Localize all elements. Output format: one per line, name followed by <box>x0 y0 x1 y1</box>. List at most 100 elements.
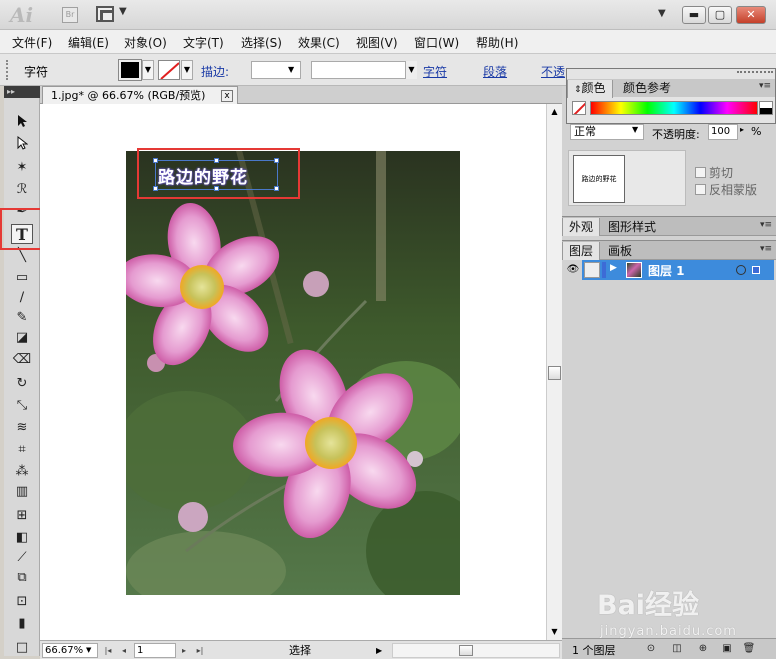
maximize-button[interactable]: ▢ <box>708 6 732 24</box>
scroll-up-icon[interactable]: ▲ <box>547 104 562 120</box>
toolbox-collapse-icon[interactable]: ▸▸ <box>4 86 40 98</box>
scale-icon[interactable]: ⤡ <box>11 396 33 416</box>
graph-icon[interactable]: ▥ <box>11 482 33 502</box>
eraser-icon[interactable]: ⌫ <box>11 350 33 370</box>
clip-checkbox[interactable]: 剪切 <box>695 164 733 181</box>
direct-select-icon[interactable] <box>11 135 33 156</box>
opacity-field[interactable]: 100 <box>708 124 738 140</box>
arrange-documents-icon[interactable] <box>96 6 114 22</box>
chevron-down-icon[interactable]: ▼ <box>288 61 294 79</box>
opacity-link[interactable]: 不透 <box>541 63 565 80</box>
selection-tool-icon[interactable] <box>11 114 33 134</box>
hand-icon[interactable]: ▮ <box>11 614 33 634</box>
invert-mask-checkbox[interactable]: 反相蒙版 <box>695 181 757 198</box>
slice-icon[interactable]: ⊡ <box>11 592 33 612</box>
close-window-button[interactable]: ✕ <box>736 6 766 24</box>
status-menu-icon[interactable]: ▶ <box>376 643 382 658</box>
workspace-switcher-icon[interactable]: ▼ <box>658 8 666 19</box>
tab-artboards[interactable]: 画板 <box>602 242 638 260</box>
layer-row[interactable]: 👁 ▶ 图层 1 <box>564 260 774 280</box>
document-tab[interactable]: 1.jpg* @ 66.67% (RGB/预览) x <box>42 86 238 104</box>
none-color-swatch[interactable] <box>572 101 586 115</box>
menu-select[interactable]: 选择(S) <box>241 34 282 51</box>
last-page-icon[interactable]: ▸| <box>194 643 206 658</box>
stroke-dropdown-icon[interactable]: ▼ <box>181 60 193 80</box>
free-transform-icon[interactable]: ⌗ <box>11 440 33 460</box>
minimize-button[interactable]: ▬ <box>682 6 706 24</box>
target-icon[interactable] <box>736 265 746 275</box>
clipping-mask-icon[interactable]: ◫ <box>670 642 684 656</box>
lock-toggle[interactable] <box>584 262 600 278</box>
character-link[interactable]: 字符 <box>423 63 447 80</box>
fill-dropdown-icon[interactable]: ▼ <box>142 60 154 80</box>
delete-layer-icon[interactable]: 🗑 <box>742 642 756 656</box>
locate-object-icon[interactable]: ⊙ <box>644 642 658 656</box>
color-spectrum[interactable] <box>590 101 758 115</box>
expand-arrow-icon[interactable]: ▶ <box>610 263 617 273</box>
tab-graphic-styles[interactable]: 图形样式 <box>602 218 662 236</box>
menu-type[interactable]: 文字(T) <box>183 34 224 51</box>
menu-view[interactable]: 视图(V) <box>356 34 398 51</box>
menu-file[interactable]: 文件(F) <box>12 34 52 51</box>
menu-effect[interactable]: 效果(C) <box>298 34 340 51</box>
chevron-down-icon[interactable]: ▼ <box>632 125 638 134</box>
flower-photo[interactable] <box>126 151 460 595</box>
symbol-sprayer-icon[interactable]: ⁂ <box>11 462 33 482</box>
paintbrush-icon[interactable]: ∕ <box>11 288 33 308</box>
font-family-field[interactable] <box>311 61 417 79</box>
menu-window[interactable]: 窗口(W) <box>414 34 459 51</box>
pencil-icon[interactable]: ✎ <box>11 308 33 328</box>
panel-grip[interactable] <box>737 71 773 75</box>
stroke-color-swatch[interactable] <box>158 60 180 80</box>
chevron-down-icon[interactable]: ▼ <box>119 6 127 17</box>
panel-menu-icon[interactable]: ▾≡ <box>760 220 772 230</box>
opacity-arrow-icon[interactable]: ▸ <box>740 125 744 134</box>
panel-menu-icon[interactable]: ▾≡ <box>759 81 771 91</box>
scroll-thumb[interactable] <box>459 645 473 656</box>
tab-color-guide[interactable]: 颜色参考 <box>617 80 677 98</box>
menu-help[interactable]: 帮助(H) <box>476 34 518 51</box>
eyedropper-icon[interactable]: ⟋ <box>11 548 33 568</box>
next-page-icon[interactable]: ▸ <box>178 643 190 658</box>
fill-color-swatch[interactable] <box>118 59 142 81</box>
menu-edit[interactable]: 编辑(E) <box>68 34 109 51</box>
chevron-down-icon[interactable]: ▼ <box>405 61 417 79</box>
menu-object[interactable]: 对象(O) <box>124 34 167 51</box>
warp-icon[interactable]: ≋ <box>11 418 33 438</box>
chevron-down-icon[interactable]: ▼ <box>86 643 91 658</box>
tab-layers[interactable]: 图层 <box>562 242 601 260</box>
tab-color[interactable]: ⇕颜色 <box>567 80 613 98</box>
vertical-scrollbar[interactable]: ▲ ▼ <box>546 104 562 640</box>
blob-brush-icon[interactable]: ◪ <box>11 328 33 348</box>
blend-icon[interactable]: ⧉ <box>11 568 33 588</box>
paragraph-link[interactable]: 段落 <box>483 63 507 80</box>
mesh-icon[interactable]: ⊞ <box>11 506 33 526</box>
magic-wand-icon[interactable]: ✶ <box>11 158 33 178</box>
tab-appearance[interactable]: 外观 <box>562 218 601 236</box>
grip-handle[interactable] <box>6 60 10 80</box>
mask-thumbnail[interactable]: 路边的野花 <box>568 150 686 206</box>
text-highlight-box <box>137 148 300 199</box>
scroll-thumb[interactable] <box>548 366 561 380</box>
scroll-down-icon[interactable]: ▼ <box>547 624 562 640</box>
status-tool-label[interactable]: 选择 <box>212 643 388 658</box>
page-field[interactable]: 1 <box>134 643 176 658</box>
rotate-icon[interactable]: ↻ <box>11 374 33 394</box>
new-sublayer-icon[interactable]: ⊕ <box>696 642 710 656</box>
stroke-label[interactable]: 描边: <box>201 63 229 80</box>
lasso-icon[interactable]: ℛ <box>11 180 33 200</box>
layer-name[interactable]: 图层 1 <box>648 262 685 279</box>
black-white-swatch[interactable] <box>759 101 773 115</box>
rectangle-tool-icon[interactable]: ▭ <box>11 268 33 288</box>
horizontal-scrollbar[interactable] <box>392 643 560 658</box>
screen-mode-icon[interactable]: □ <box>11 638 33 658</box>
first-page-icon[interactable]: |◂ <box>102 643 114 658</box>
prev-page-icon[interactable]: ◂ <box>118 643 130 658</box>
eye-icon[interactable]: 👁 <box>564 260 582 280</box>
gradient-icon[interactable]: ◧ <box>11 528 33 548</box>
new-layer-icon[interactable]: ▣ <box>720 642 734 656</box>
bridge-button[interactable]: Br <box>62 7 78 23</box>
close-tab-icon[interactable]: x <box>221 90 233 102</box>
panel-menu-icon[interactable]: ▾≡ <box>760 244 772 254</box>
selection-indicator[interactable] <box>752 266 760 274</box>
